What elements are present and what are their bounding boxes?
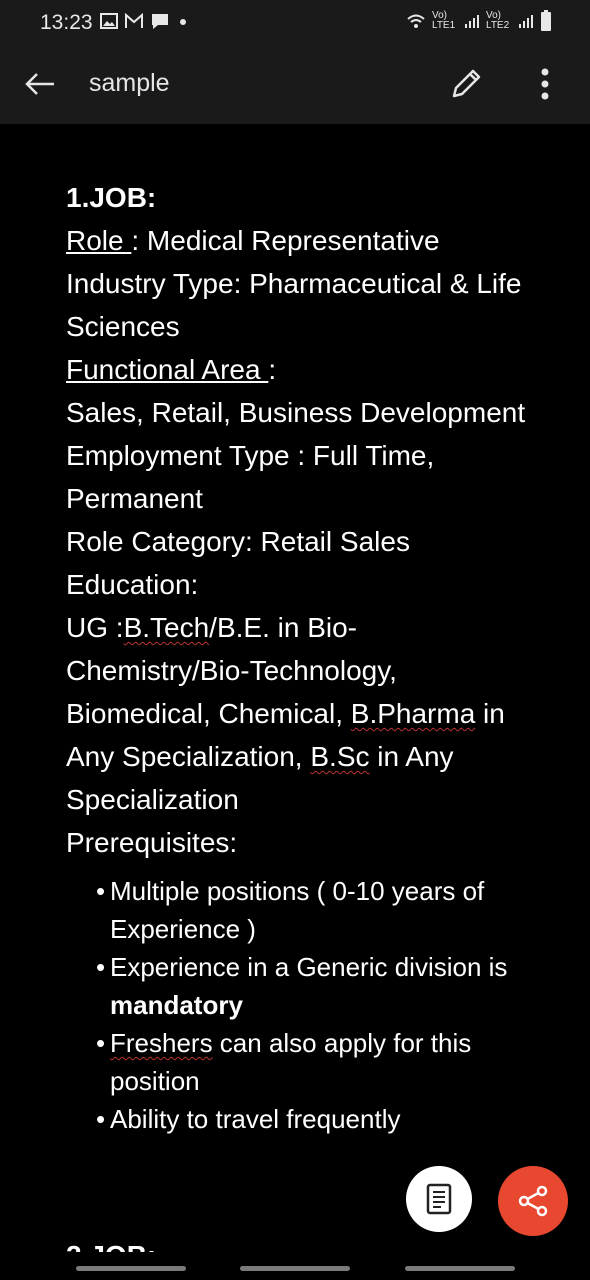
note-title: sample — [89, 69, 170, 97]
signal-icon — [519, 15, 533, 28]
reader-mode-icon — [426, 1183, 452, 1215]
status-time: 13:23 — [40, 11, 93, 34]
ug-btech: B.Tech — [123, 612, 210, 643]
industry-line: Industry Type: Pharmaceutical & Life Sci… — [66, 268, 522, 342]
pencil-icon[interactable] — [446, 64, 486, 104]
sim1-label: Vo) LTE1 — [432, 10, 456, 31]
ug-prefix: UG : — [66, 612, 124, 643]
reader-mode-button[interactable] — [406, 1166, 472, 1232]
bullet-text: Ability to travel frequently — [110, 1104, 401, 1134]
functional-area-colon: : — [268, 354, 277, 385]
nav-hint-right — [405, 1266, 515, 1271]
share-button[interactable] — [498, 1166, 568, 1236]
list-item: Experience in a Generic division is mand… — [96, 948, 536, 1024]
more-vert-icon[interactable] — [533, 64, 557, 104]
functional-area-line: Functional Area : — [66, 348, 536, 391]
status-bar: 13:23 Vo) LTE1 Vo) LTE2 — [0, 0, 590, 48]
nav-hint-left — [76, 1266, 186, 1271]
ug-bsc: B.Sc — [310, 741, 370, 772]
functional-area-label: Functional Area — [66, 354, 269, 385]
battery-icon — [541, 10, 551, 31]
ug-bpharma: B.Pharma — [350, 698, 476, 729]
status-indicators: Vo) LTE1 Vo) LTE2 — [406, 10, 552, 32]
nav-hint-center — [240, 1266, 350, 1271]
app-bar: sample — [0, 48, 590, 124]
role-line: Role : Medical Representative — [66, 219, 536, 262]
sim2-label: Vo) LTE2 — [486, 10, 510, 31]
bullet-text: Experience in a Generic division is — [110, 952, 508, 982]
dot-icon — [180, 19, 186, 25]
education-ug: UG :B.Tech/B.E. in Bio-Chemistry/Bio-Tec… — [66, 606, 536, 821]
gallery-icon — [100, 13, 118, 29]
navigation-gesture-bar — [0, 1266, 590, 1272]
gmail-icon — [125, 13, 143, 28]
list-item: Multiple positions ( 0-10 years of Exper… — [96, 872, 536, 948]
note-content: 1.JOB: Role : Medical Representative Ind… — [66, 176, 536, 1138]
job-heading: 1.JOB: — [66, 182, 157, 213]
role-label: Role — [66, 225, 132, 256]
prerequisites-list: Multiple positions ( 0-10 years of Exper… — [96, 872, 536, 1138]
bullet-bold: mandatory — [110, 990, 243, 1020]
employment-line: Employment Type : Full Time, Permanent — [66, 440, 435, 514]
bullet-text: Multiple positions ( 0-10 years of Exper… — [110, 876, 485, 944]
message-icon — [152, 14, 168, 29]
bullet-squiggle: Freshers — [110, 1028, 213, 1058]
education-label: Education: — [66, 569, 199, 600]
prerequisites-label: Prerequisites: — [66, 827, 238, 858]
list-item: Freshers can also apply for this positio… — [96, 1024, 536, 1100]
wifi-icon — [407, 14, 425, 28]
next-job-heading: 2.JOB: — [66, 1236, 156, 1252]
functional-area-value: Sales, Retail, Business Development — [66, 397, 526, 428]
arrow-left-icon[interactable] — [22, 66, 58, 102]
share-icon — [518, 1185, 548, 1217]
signal-icon — [465, 15, 479, 28]
notification-icons — [100, 12, 190, 30]
list-item: Ability to travel frequently — [96, 1100, 536, 1138]
role-value: : Medical Representative — [131, 225, 440, 256]
role-category-line: Role Category: Retail Sales — [66, 526, 410, 557]
